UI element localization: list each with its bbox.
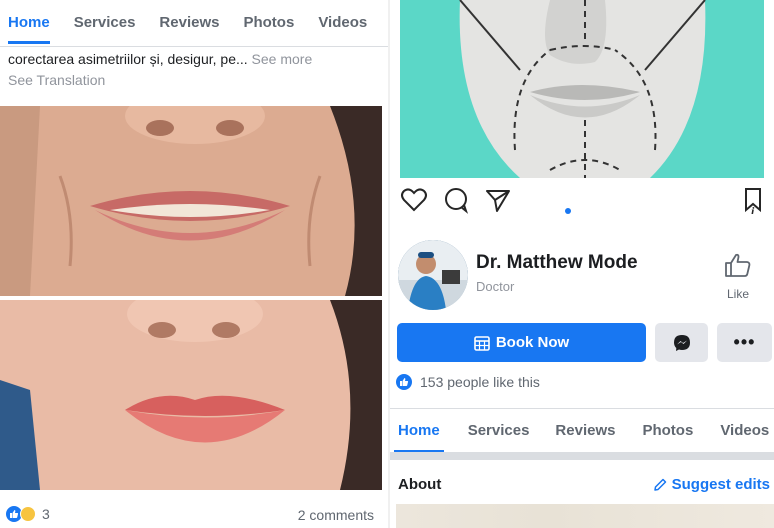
post-text: corectarea asimetriilor și, desigur, pe.… <box>8 48 378 70</box>
tab-photos[interactable]: Photos <box>243 0 306 46</box>
page-category: Doctor <box>476 279 515 294</box>
divider <box>0 46 388 47</box>
section-separator <box>390 452 774 460</box>
book-now-button[interactable]: Book Now <box>397 323 646 362</box>
tab-home[interactable]: Home <box>8 0 62 46</box>
tab-reviews[interactable]: Reviews <box>159 0 231 46</box>
map-preview[interactable] <box>396 504 774 528</box>
messenger-button[interactable] <box>655 323 708 362</box>
tab-services[interactable]: Services <box>468 409 530 453</box>
tab-home[interactable]: Home <box>394 409 444 453</box>
tab-reviews[interactable]: Reviews <box>555 409 615 453</box>
pencil-icon <box>653 478 666 491</box>
heart-icon[interactable] <box>400 186 428 214</box>
post-body: corectarea asimetriilor și, desigur, pe.… <box>8 51 248 67</box>
comments-count-link[interactable]: 2 comments <box>298 507 374 523</box>
ellipsis-icon: ••• <box>733 332 756 352</box>
see-translation-link[interactable]: See Translation <box>8 72 105 88</box>
suggest-edits-label: Suggest edits <box>671 476 770 493</box>
page-like-button[interactable]: Like <box>714 252 762 301</box>
likes-count-text: 153 people like this <box>420 374 540 390</box>
right-tab-bar: Home Services Reviews Photos Videos <box>390 408 774 453</box>
calendar-icon <box>474 335 490 351</box>
right-panel: i Dr. Matthew Mode Doctor Like Book Now <box>390 0 774 528</box>
instagram-post-image[interactable] <box>400 0 764 178</box>
messenger-icon <box>673 334 690 351</box>
tab-videos[interactable]: Videos <box>720 409 769 453</box>
left-tab-bar: Home Services Reviews Photos Videos <box>0 0 388 46</box>
left-panel: Home Services Reviews Photos Videos core… <box>0 0 388 528</box>
like-label: Like <box>726 287 749 301</box>
face-contour-illustration <box>400 0 764 178</box>
after-lips-illustration <box>0 300 382 490</box>
tab-photos[interactable]: Photos <box>642 409 693 453</box>
thumbs-up-icon <box>725 253 751 277</box>
reactions-summary[interactable]: 3 <box>6 506 50 522</box>
tab-videos[interactable]: Videos <box>318 0 379 46</box>
bookmark-icon[interactable]: i <box>742 186 770 218</box>
avatar[interactable] <box>398 240 468 310</box>
tab-services[interactable]: Services <box>74 0 148 46</box>
haha-reaction-icon <box>20 506 36 522</box>
before-photo[interactable] <box>0 106 382 296</box>
page-title: Dr. Matthew Mode <box>476 252 638 273</box>
about-heading: About <box>398 476 442 493</box>
comment-icon[interactable] <box>442 186 470 214</box>
suggest-edits-link[interactable]: Suggest edits <box>653 476 770 493</box>
before-lips-illustration <box>0 106 382 296</box>
reaction-count: 3 <box>42 506 50 522</box>
see-more-link[interactable]: See more <box>252 51 313 67</box>
book-now-label: Book Now <box>495 334 570 351</box>
like-reaction-icon <box>396 374 412 390</box>
carousel-dot <box>565 208 571 214</box>
share-icon[interactable] <box>484 186 512 214</box>
instagram-actions: i <box>400 186 764 222</box>
more-options-button[interactable]: ••• <box>717 323 772 362</box>
after-photo[interactable] <box>0 300 382 490</box>
page-likes-summary[interactable]: 153 people like this <box>396 374 540 390</box>
